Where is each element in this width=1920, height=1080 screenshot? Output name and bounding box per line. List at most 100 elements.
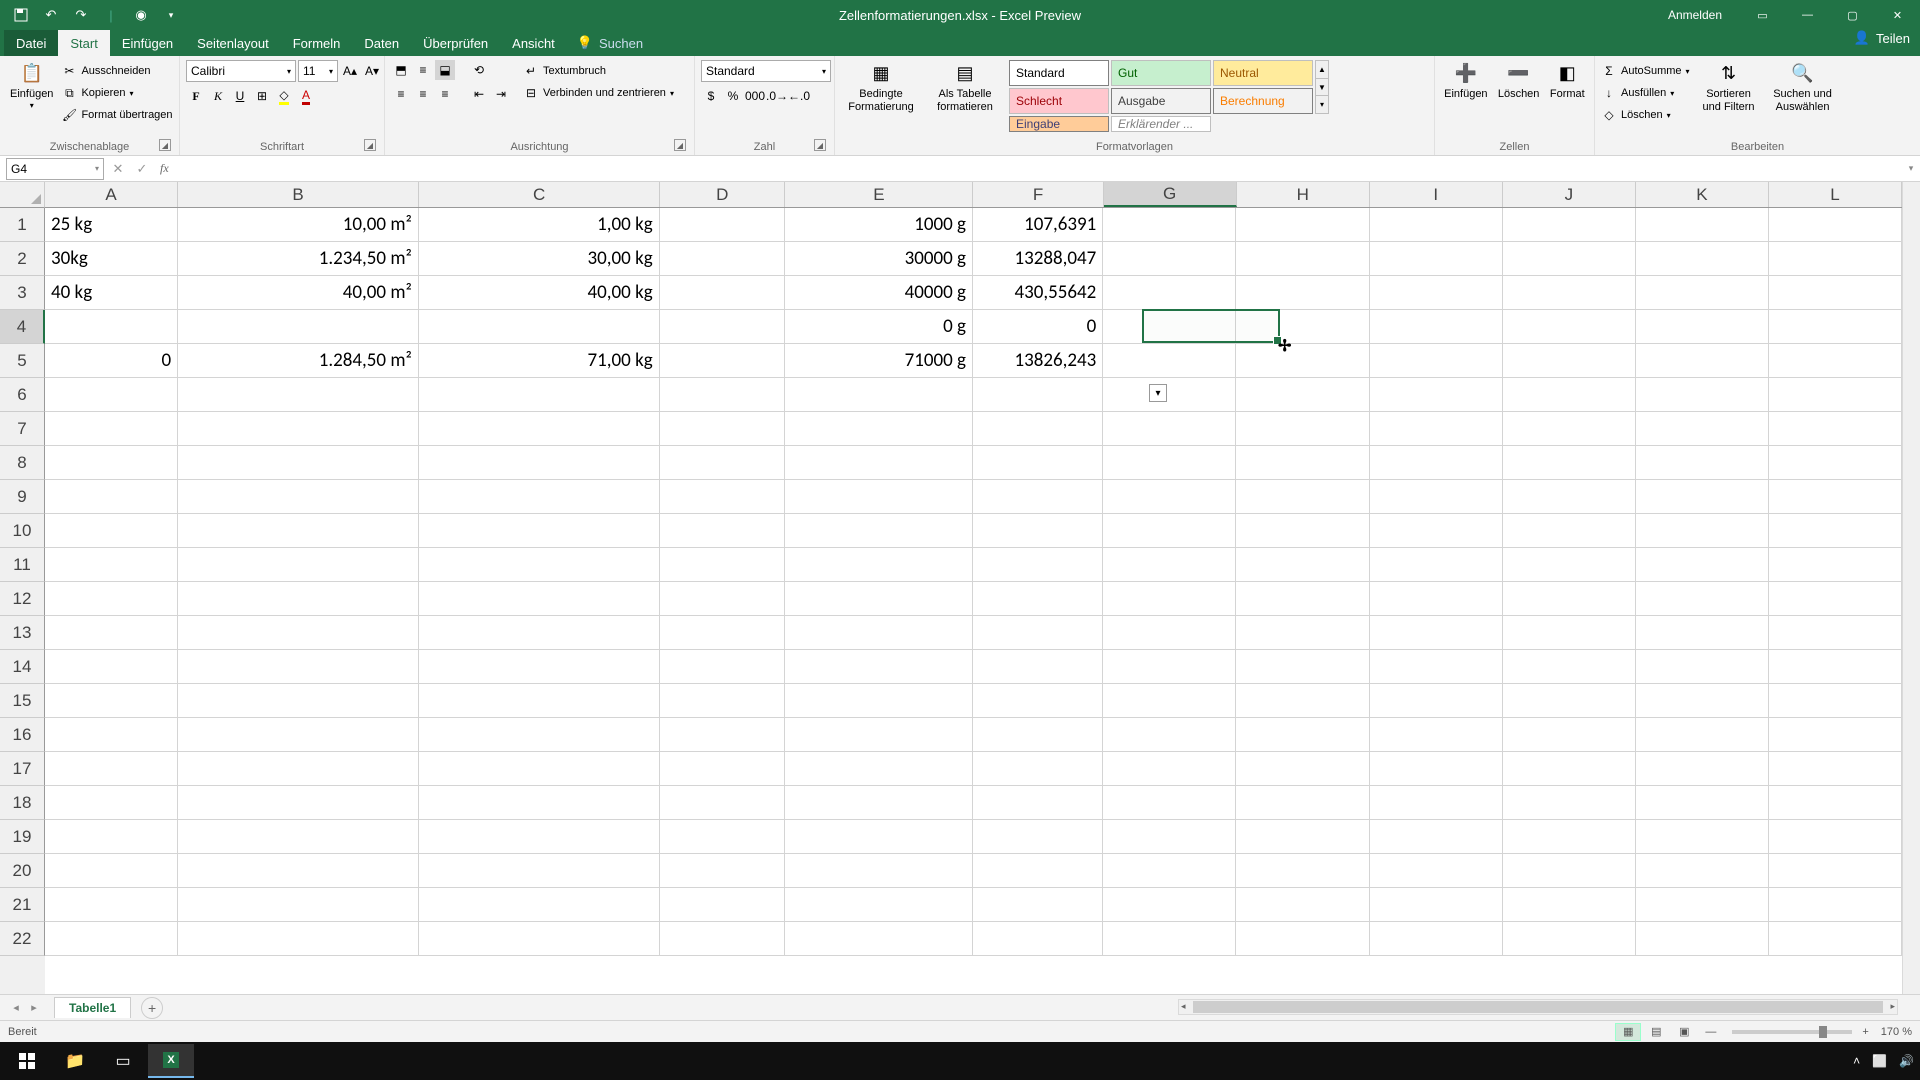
underline-button[interactable]: U [230, 86, 250, 106]
cell-L9[interactable] [1769, 480, 1902, 514]
cell-E18[interactable] [785, 786, 973, 820]
expand-formula-icon[interactable]: ▾ [1902, 163, 1920, 174]
cell-style-schlecht[interactable]: Schlecht [1009, 88, 1109, 114]
cell-B8[interactable] [178, 446, 419, 480]
cell-B18[interactable] [178, 786, 419, 820]
cell-E14[interactable] [785, 650, 973, 684]
cell-C5[interactable]: 71,00 kg [419, 344, 660, 378]
cell-G1[interactable] [1103, 208, 1236, 242]
cell-A7[interactable] [45, 412, 178, 446]
cell-L3[interactable] [1769, 276, 1902, 310]
number-dialog-icon[interactable]: ◢ [814, 139, 826, 151]
cell-B15[interactable] [178, 684, 419, 718]
cell-E21[interactable] [785, 888, 973, 922]
gallery-more-icon[interactable]: ▾ [1316, 96, 1328, 113]
undo-icon[interactable]: ↶ [42, 6, 60, 24]
cell-E3[interactable]: 40000 g [785, 276, 973, 310]
cell-F2[interactable]: 13288,047 [973, 242, 1103, 276]
view-page-break-icon[interactable]: ▣ [1671, 1023, 1697, 1041]
cell-C20[interactable] [419, 854, 660, 888]
row-header-17[interactable]: 17 [0, 752, 45, 786]
cell-H9[interactable] [1236, 480, 1369, 514]
cell-C2[interactable]: 30,00 kg [419, 242, 660, 276]
task-view-icon[interactable]: ▭ [100, 1044, 146, 1078]
cell-L13[interactable] [1769, 616, 1902, 650]
cell-K14[interactable] [1636, 650, 1769, 684]
cell-K2[interactable] [1636, 242, 1769, 276]
column-header-L[interactable]: L [1769, 182, 1902, 207]
row-header-13[interactable]: 13 [0, 616, 45, 650]
cell-E11[interactable] [785, 548, 973, 582]
cell-E8[interactable] [785, 446, 973, 480]
cell-F9[interactable] [973, 480, 1103, 514]
cell-H17[interactable] [1236, 752, 1369, 786]
cell-F3[interactable]: 430,55642 [973, 276, 1103, 310]
column-header-J[interactable]: J [1503, 182, 1636, 207]
cell-B11[interactable] [178, 548, 419, 582]
cell-J4[interactable] [1503, 310, 1636, 344]
cell-C4[interactable] [419, 310, 660, 344]
cell-K8[interactable] [1636, 446, 1769, 480]
row-header-21[interactable]: 21 [0, 888, 45, 922]
cell-C11[interactable] [419, 548, 660, 582]
sheet-nav-first-icon[interactable]: ◂ [8, 1001, 24, 1014]
cell-style-standard[interactable]: Standard [1009, 60, 1109, 86]
cell-J3[interactable] [1503, 276, 1636, 310]
column-header-I[interactable]: I [1370, 182, 1503, 207]
cell-J17[interactable] [1503, 752, 1636, 786]
cell-I3[interactable] [1370, 276, 1503, 310]
cell-A20[interactable] [45, 854, 178, 888]
cell-E22[interactable] [785, 922, 973, 956]
cell-I9[interactable] [1370, 480, 1503, 514]
cell-style-eingabe[interactable]: Eingabe [1009, 116, 1109, 132]
grow-font-icon[interactable]: A▴ [340, 61, 360, 81]
cell-style-neutral[interactable]: Neutral [1213, 60, 1313, 86]
cell-H20[interactable] [1236, 854, 1369, 888]
fx-icon[interactable]: fx [160, 161, 169, 176]
cell-E1[interactable]: 1000 g [785, 208, 973, 242]
conditional-formatting-button[interactable]: ▦Bedingte Formatierung [841, 60, 921, 116]
cell-F20[interactable] [973, 854, 1103, 888]
cell-A12[interactable] [45, 582, 178, 616]
cell-J8[interactable] [1503, 446, 1636, 480]
cell-L8[interactable] [1769, 446, 1902, 480]
cell-J7[interactable] [1503, 412, 1636, 446]
cell-E13[interactable] [785, 616, 973, 650]
gallery-up-icon[interactable]: ▲ [1316, 61, 1328, 79]
cell-E5[interactable]: 71000 g [785, 344, 973, 378]
camera-icon[interactable]: ◉ [132, 6, 150, 24]
cell-D6[interactable] [660, 378, 785, 412]
cell-B12[interactable] [178, 582, 419, 616]
cell-I19[interactable] [1370, 820, 1503, 854]
cell-F22[interactable] [973, 922, 1103, 956]
cell-D5[interactable] [660, 344, 785, 378]
cell-D9[interactable] [660, 480, 785, 514]
font-size-select[interactable]: 11▾ [298, 60, 338, 82]
border-button[interactable]: ⊞ [252, 86, 272, 106]
column-header-D[interactable]: D [660, 182, 785, 207]
cell-D18[interactable] [660, 786, 785, 820]
cell-I22[interactable] [1370, 922, 1503, 956]
column-header-H[interactable]: H [1237, 182, 1370, 207]
cell-K17[interactable] [1636, 752, 1769, 786]
cell-E19[interactable] [785, 820, 973, 854]
percent-icon[interactable]: % [723, 86, 743, 106]
cell-F13[interactable] [973, 616, 1103, 650]
redo-icon[interactable]: ↷ [72, 6, 90, 24]
cell-D21[interactable] [660, 888, 785, 922]
row-header-11[interactable]: 11 [0, 548, 45, 582]
cell-I17[interactable] [1370, 752, 1503, 786]
cell-A9[interactable] [45, 480, 178, 514]
cell-D20[interactable] [660, 854, 785, 888]
cell-K3[interactable] [1636, 276, 1769, 310]
cell-G15[interactable] [1103, 684, 1236, 718]
cell-C3[interactable]: 40,00 kg [419, 276, 660, 310]
row-header-14[interactable]: 14 [0, 650, 45, 684]
cell-A19[interactable] [45, 820, 178, 854]
cell-D8[interactable] [660, 446, 785, 480]
formula-input[interactable] [175, 158, 1902, 180]
cell-C6[interactable] [419, 378, 660, 412]
font-name-select[interactable]: Calibri▾ [186, 60, 296, 82]
cell-G17[interactable] [1103, 752, 1236, 786]
cell-C13[interactable] [419, 616, 660, 650]
